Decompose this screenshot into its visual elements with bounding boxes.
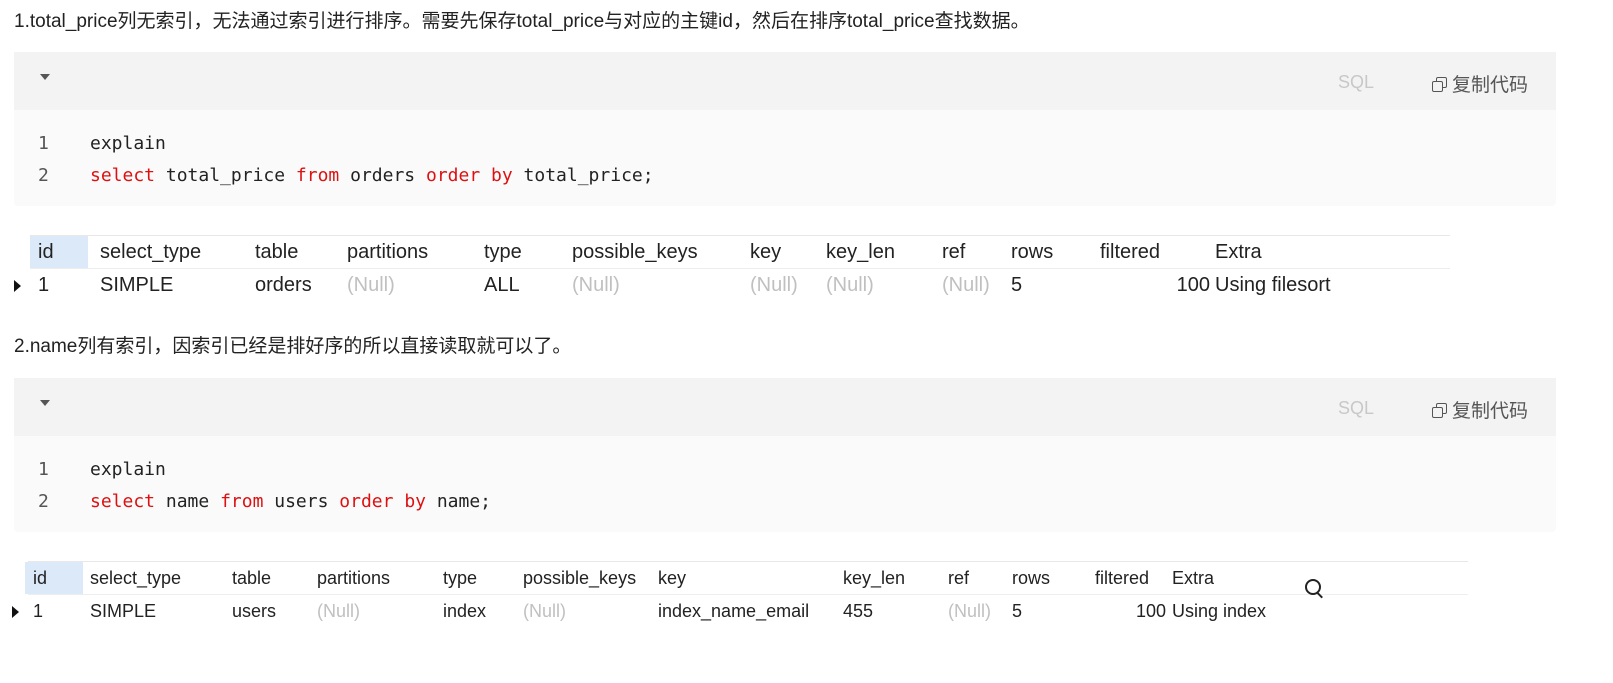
code-token: total_price bbox=[155, 165, 296, 186]
code-token: explain bbox=[90, 459, 166, 480]
line-number: 2 bbox=[38, 165, 49, 186]
line-number: 1 bbox=[38, 459, 49, 480]
column-header-type[interactable]: type bbox=[484, 236, 522, 268]
column-header-id[interactable]: id bbox=[30, 236, 88, 268]
collapse-caret-icon[interactable] bbox=[40, 400, 50, 406]
cell-partitions[interactable]: (Null) bbox=[347, 269, 395, 301]
code-token: total_price; bbox=[512, 165, 654, 186]
result-table-2: id select_type table partitions type possible… bbox=[12, 561, 1468, 627]
code-line: 2 select total_price from orders order by… bbox=[14, 160, 1556, 192]
cell-possible-keys[interactable]: (Null) bbox=[572, 269, 620, 301]
column-header-rows[interactable]: rows bbox=[1012, 562, 1050, 594]
row-pointer-icon bbox=[14, 280, 21, 292]
cell-select-type[interactable]: SIMPLE bbox=[100, 269, 173, 301]
code-line: 2 select name from users order by name; bbox=[14, 486, 1556, 518]
column-header-key-len[interactable]: key_len bbox=[826, 236, 895, 268]
copy-label: 复制代码 bbox=[1451, 75, 1528, 96]
code-token: by bbox=[491, 165, 513, 186]
cell-table[interactable]: users bbox=[232, 595, 276, 627]
column-header-filtered[interactable]: filtered bbox=[1095, 562, 1149, 594]
copy-code-button[interactable]: 复制代码 bbox=[1431, 396, 1528, 423]
column-header-select-type[interactable]: select_type bbox=[100, 236, 201, 268]
table-header-row: id select_type table partitions type possible… bbox=[25, 562, 1468, 595]
column-header-select-type[interactable]: select_type bbox=[90, 562, 181, 594]
column-header-possible-keys[interactable]: possible_keys bbox=[523, 562, 636, 594]
cell-select-type[interactable]: SIMPLE bbox=[90, 595, 156, 627]
cell-filtered[interactable]: 100 bbox=[1150, 269, 1210, 301]
cell-id[interactable]: 1 bbox=[33, 595, 43, 627]
cell-possible-keys[interactable]: (Null) bbox=[523, 595, 566, 627]
code-line: 1 explain bbox=[14, 128, 1556, 160]
code-token: from bbox=[220, 491, 264, 512]
table-row[interactable]: 1 SIMPLE users (Null) index (Null) index_name_… bbox=[12, 595, 1468, 627]
cell-key-len[interactable]: (Null) bbox=[826, 269, 874, 301]
copy-code-button[interactable]: 复制代码 bbox=[1431, 70, 1528, 97]
cell-type[interactable]: ALL bbox=[484, 269, 520, 301]
heading-1: 1.total_price列无索引，无法通过索引进行排序。需要先保存total_… bbox=[14, 11, 1030, 32]
column-header-partitions[interactable]: partitions bbox=[317, 562, 390, 594]
cell-ref[interactable]: (Null) bbox=[942, 269, 990, 301]
cell-id[interactable]: 1 bbox=[38, 269, 49, 301]
code-token: name bbox=[155, 491, 221, 512]
language-label: SQL bbox=[1337, 72, 1374, 92]
cell-key[interactable]: index_name_email bbox=[658, 595, 809, 627]
zoom-in-icon[interactable] bbox=[1305, 579, 1321, 595]
column-header-extra[interactable]: Extra bbox=[1215, 236, 1262, 268]
copy-label: 复制代码 bbox=[1451, 401, 1528, 422]
code-token: order bbox=[339, 491, 394, 512]
code-header: SQL 复制代码 bbox=[14, 378, 1556, 436]
cell-extra[interactable]: Using index bbox=[1172, 595, 1266, 627]
line-number: 2 bbox=[38, 491, 49, 512]
cell-type[interactable]: index bbox=[443, 595, 486, 627]
copy-icon bbox=[1431, 76, 1447, 92]
row-pointer-icon bbox=[12, 606, 19, 618]
column-header-table[interactable]: table bbox=[255, 236, 298, 268]
line-number: 1 bbox=[38, 133, 49, 154]
cell-rows[interactable]: 5 bbox=[1011, 269, 1022, 301]
column-header-possible-keys[interactable]: possible_keys bbox=[572, 236, 698, 268]
code-block-2: SQL 复制代码 1 explain 2 select name from users … bbox=[14, 378, 1556, 532]
code-token: order bbox=[425, 165, 481, 186]
column-header-key[interactable]: key bbox=[658, 562, 686, 594]
column-header-key-len[interactable]: key_len bbox=[843, 562, 905, 594]
cell-filtered[interactable]: 100 bbox=[1106, 595, 1166, 627]
result-table-1: id select_type table partitions type possible… bbox=[14, 235, 1450, 301]
copy-icon bbox=[1431, 402, 1447, 418]
code-token: name; bbox=[426, 491, 492, 512]
code-token: users bbox=[263, 491, 340, 512]
column-header-key[interactable]: key bbox=[750, 236, 781, 268]
column-header-ref[interactable]: ref bbox=[942, 236, 965, 268]
cell-partitions[interactable]: (Null) bbox=[317, 595, 360, 627]
column-header-table[interactable]: table bbox=[232, 562, 271, 594]
code-token: from bbox=[295, 165, 340, 186]
code-token: orders bbox=[339, 165, 426, 186]
language-label: SQL bbox=[1337, 398, 1374, 418]
heading-2: 2.name列有索引，因索引已经是排好序的所以直接读取就可以了。 bbox=[14, 336, 572, 357]
column-header-type[interactable]: type bbox=[443, 562, 477, 594]
code-token: select bbox=[90, 165, 156, 186]
code-block-1: SQL 复制代码 1 explain 2 select total_price from… bbox=[14, 52, 1556, 206]
column-header-id[interactable]: id bbox=[25, 562, 83, 594]
code-token: select bbox=[90, 491, 156, 512]
code-token: explain bbox=[90, 133, 166, 154]
cell-key-len[interactable]: 455 bbox=[843, 595, 873, 627]
cell-key[interactable]: (Null) bbox=[750, 269, 798, 301]
collapse-caret-icon[interactable] bbox=[40, 74, 50, 80]
cell-table[interactable]: orders bbox=[255, 269, 312, 301]
cell-rows[interactable]: 5 bbox=[1012, 595, 1022, 627]
table-header-row: id select_type table partitions type possible… bbox=[30, 236, 1450, 269]
column-header-partitions[interactable]: partitions bbox=[347, 236, 428, 268]
cell-ref[interactable]: (Null) bbox=[948, 595, 991, 627]
table-row[interactable]: 1 SIMPLE orders (Null) ALL (Null) (Null) (Null)… bbox=[14, 269, 1450, 301]
code-token: by bbox=[404, 491, 426, 512]
code-header: SQL 复制代码 bbox=[14, 52, 1556, 110]
cell-extra[interactable]: Using filesort bbox=[1215, 269, 1331, 301]
column-header-ref[interactable]: ref bbox=[948, 562, 969, 594]
code-line: 1 explain bbox=[14, 454, 1556, 486]
column-header-filtered[interactable]: filtered bbox=[1100, 236, 1160, 268]
column-header-rows[interactable]: rows bbox=[1011, 236, 1053, 268]
column-header-extra[interactable]: Extra bbox=[1172, 562, 1214, 594]
